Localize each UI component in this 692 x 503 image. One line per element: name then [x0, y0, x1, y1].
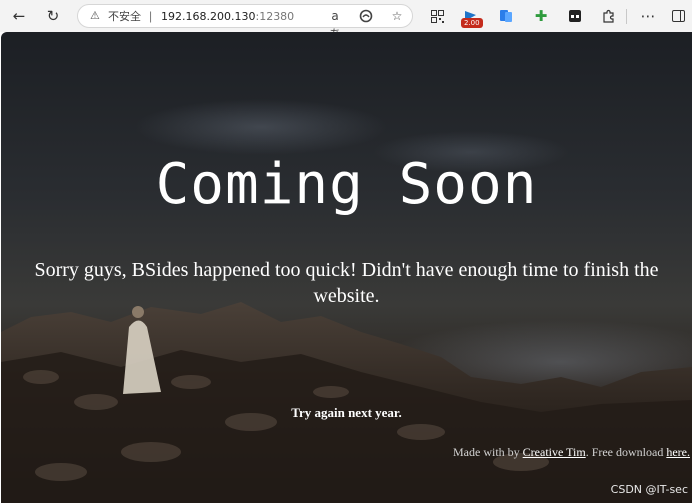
watermark: CSDN @IT-sec: [610, 483, 688, 496]
browser-window: ← ↻ ⚠ 不安全 | 192.168.200.130:12380 aあ ☆: [0, 0, 692, 503]
page-subtext: Try again next year.: [291, 405, 402, 420]
toolbar-divider: [626, 9, 627, 24]
insecure-label[interactable]: 不安全: [108, 9, 141, 24]
page-viewport: Coming Soon Sorry guys, BSides happened …: [1, 32, 692, 503]
plus-extension-icon[interactable]: ✚: [529, 4, 553, 28]
address-bar[interactable]: ⚠ 不安全 | 192.168.200.130:12380 aあ ☆: [77, 4, 413, 41]
url-port: :12380: [255, 10, 295, 23]
extension-badge: 2.00: [461, 18, 483, 28]
back-arrow-icon[interactable]: ←: [7, 4, 31, 28]
footer-middle: . Free download: [585, 445, 667, 459]
warning-icon[interactable]: ⚠: [90, 10, 102, 22]
browser-toolbar: ← ↻ ⚠ 不安全 | 192.168.200.130:12380 aあ ☆: [0, 0, 692, 41]
refresh-icon[interactable]: ↻: [41, 4, 65, 28]
page-title: Coming Soon: [155, 152, 538, 217]
star-icon[interactable]: ☆: [388, 7, 406, 25]
sidebar-icon[interactable]: [666, 4, 690, 28]
edge-icon[interactable]: [357, 7, 375, 25]
page-message: Sorry guys, BSides happened too quick! D…: [34, 259, 659, 307]
puzzle-icon[interactable]: [596, 4, 620, 28]
creative-tim-link[interactable]: Creative Tim: [523, 445, 586, 459]
download-link[interactable]: here.: [666, 445, 690, 459]
footer-credit: Made with by Creative Tim. Free download…: [453, 444, 690, 460]
translate-extension-icon[interactable]: [494, 4, 518, 28]
more-icon[interactable]: ⋯: [636, 4, 660, 28]
collections-icon[interactable]: [563, 4, 587, 28]
footer-prefix: Made with by: [453, 445, 523, 459]
read-aloud-icon[interactable]: aあ: [326, 7, 344, 41]
url-host: 192.168.200.130: [161, 10, 256, 23]
url-text[interactable]: 192.168.200.130:12380: [161, 9, 294, 24]
qr-code-icon[interactable]: [425, 4, 449, 28]
address-separator: |: [149, 9, 153, 23]
